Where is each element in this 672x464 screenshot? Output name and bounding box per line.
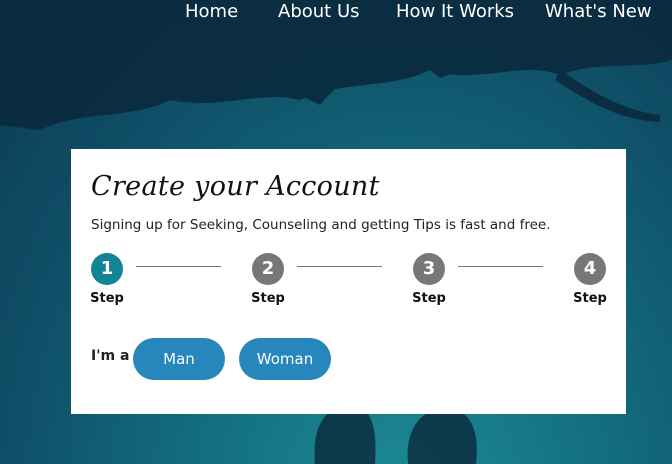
nav-whats-new-link[interactable]: What's New (545, 1, 652, 22)
man-button[interactable]: Man (133, 338, 225, 380)
signup-subtitle: Signing up for Seeking, Counseling and g… (91, 217, 551, 233)
woman-button[interactable]: Woman (239, 338, 331, 380)
step-connector (297, 266, 382, 267)
gender-prompt-label: I'm a (91, 348, 130, 364)
step-connector (136, 266, 221, 267)
step-3-label: Step (412, 291, 446, 306)
signup-card: Create your Account Signing up for Seeki… (71, 149, 626, 414)
step-4-label: Step (573, 291, 607, 306)
step-4: 4 Step (570, 253, 610, 306)
step-2-label: Step (251, 291, 285, 306)
step-1-label: Step (90, 291, 124, 306)
step-2-circle: 2 (252, 253, 284, 285)
nav-home-link[interactable]: Home (185, 1, 238, 22)
step-2: 2 Step (248, 253, 288, 306)
nav-about-us-link[interactable]: About Us (278, 1, 360, 22)
page-title: Create your Account (91, 171, 380, 202)
top-nav: Home About Us How It Works What's New (0, 0, 672, 26)
step-3: 3 Step (409, 253, 449, 306)
step-1: 1 Step (87, 253, 127, 306)
nav-how-it-works-link[interactable]: How It Works (396, 1, 514, 22)
step-4-circle: 4 (574, 253, 606, 285)
step-connector (458, 266, 543, 267)
step-1-circle: 1 (91, 253, 123, 285)
step-3-circle: 3 (413, 253, 445, 285)
